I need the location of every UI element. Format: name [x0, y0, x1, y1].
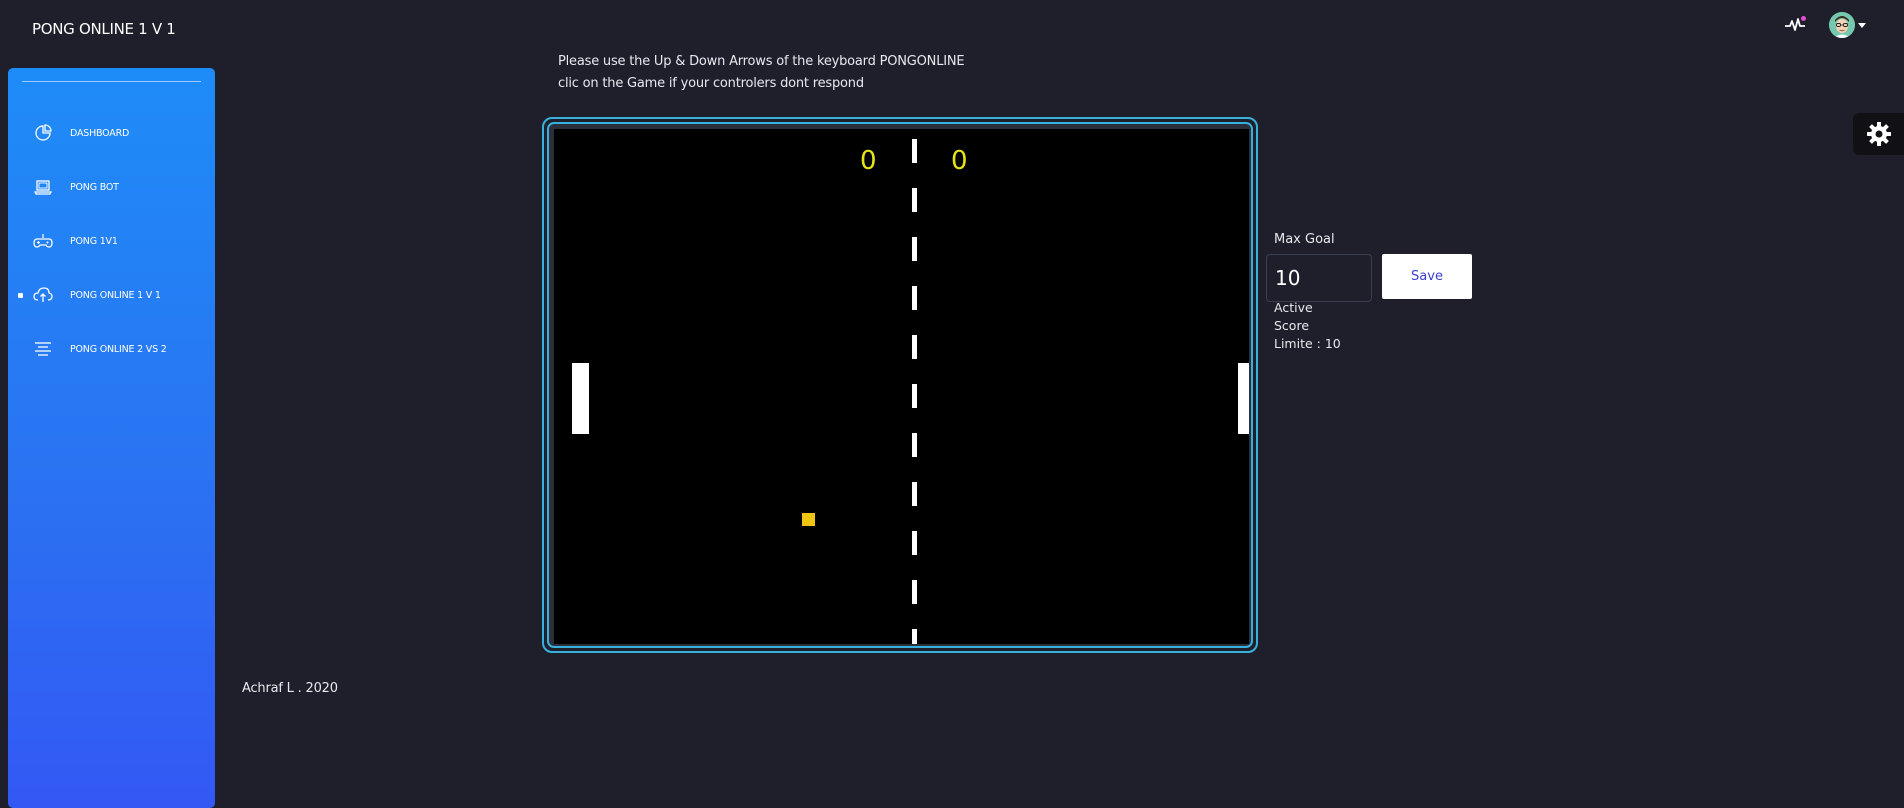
page-title: PONG ONLINE 1 V 1: [32, 20, 176, 38]
sidebar-item-label: PONG ONLINE 1 V 1: [70, 289, 161, 301]
game-canvas[interactable]: 0 0: [542, 117, 1258, 653]
game-frame: 0 0: [547, 122, 1253, 648]
net-dash: [912, 433, 917, 457]
pong-court: 0 0: [554, 129, 1249, 644]
save-button[interactable]: Save: [1382, 254, 1472, 299]
instructions-line-1: Please use the Up & Down Arrows of the k…: [558, 54, 965, 69]
ball: [802, 513, 815, 526]
sidebar-item-label: PONG ONLINE 2 VS 2: [70, 343, 167, 355]
left-paddle: [572, 363, 589, 434]
sidebar-item-label: PONG 1V1: [70, 235, 118, 247]
right-paddle: [1238, 363, 1249, 434]
net-dash: [912, 237, 917, 261]
net-dash: [912, 580, 917, 604]
topbar-actions: [1783, 12, 1866, 38]
net-dash: [912, 482, 917, 506]
max-goal-label: Max Goal: [1274, 232, 1335, 247]
active-indicator: [18, 292, 23, 298]
sidebar-item-pong-online-1v1[interactable]: PONG ONLINE 1 V 1: [8, 268, 215, 322]
net-dash: [912, 286, 917, 310]
avatar: [1829, 12, 1855, 38]
net-dash: [912, 188, 917, 212]
score-right: 0: [951, 146, 968, 176]
score-left: 0: [860, 146, 877, 176]
instructions-line-2: clic on the Game if your controlers dont…: [558, 76, 864, 91]
chart-pie-icon: [33, 123, 53, 143]
sidebar-item-pong-bot[interactable]: PONG BOT: [8, 160, 215, 214]
net-dash: [912, 384, 917, 408]
instructions: Please use the Up & Down Arrows of the k…: [558, 51, 965, 95]
gear-icon: [1866, 122, 1891, 146]
user-menu[interactable]: [1829, 12, 1866, 38]
laptop-icon: [33, 177, 53, 197]
net-dash: [912, 335, 917, 359]
settings-button[interactable]: [1853, 113, 1904, 155]
cloud-upload-icon: [33, 285, 53, 305]
avatar-face-icon: [1829, 12, 1855, 38]
chevron-down-icon: [1858, 22, 1866, 28]
sidebar-item-label: PONG BOT: [70, 181, 119, 193]
activity-button[interactable]: [1783, 13, 1807, 37]
sidebar-item-label: DASHBOARD: [70, 127, 130, 139]
gamepad-icon: [33, 231, 53, 251]
net-dash: [912, 531, 917, 555]
score-limit-status: Active Score Limite : 10: [1274, 300, 1341, 351]
sidebar-divider: [22, 81, 201, 82]
net-dash: [912, 629, 917, 644]
notification-dot: [1801, 16, 1806, 21]
net-dash: [912, 139, 917, 163]
align-center-icon: [33, 339, 53, 359]
sidebar-item-dashboard[interactable]: DASHBOARD: [8, 106, 215, 160]
sidebar: DASHBOARD PONG BOT PONG 1V1 PONG ONLINE …: [8, 68, 215, 808]
max-goal-input[interactable]: [1266, 254, 1372, 302]
sidebar-nav: DASHBOARD PONG BOT PONG 1V1 PONG ONLINE …: [8, 106, 215, 376]
sidebar-item-pong-online-2vs2[interactable]: PONG ONLINE 2 VS 2: [8, 322, 215, 376]
footer-credit: Achraf L . 2020: [242, 681, 338, 696]
sidebar-item-pong-1v1[interactable]: PONG 1V1: [8, 214, 215, 268]
